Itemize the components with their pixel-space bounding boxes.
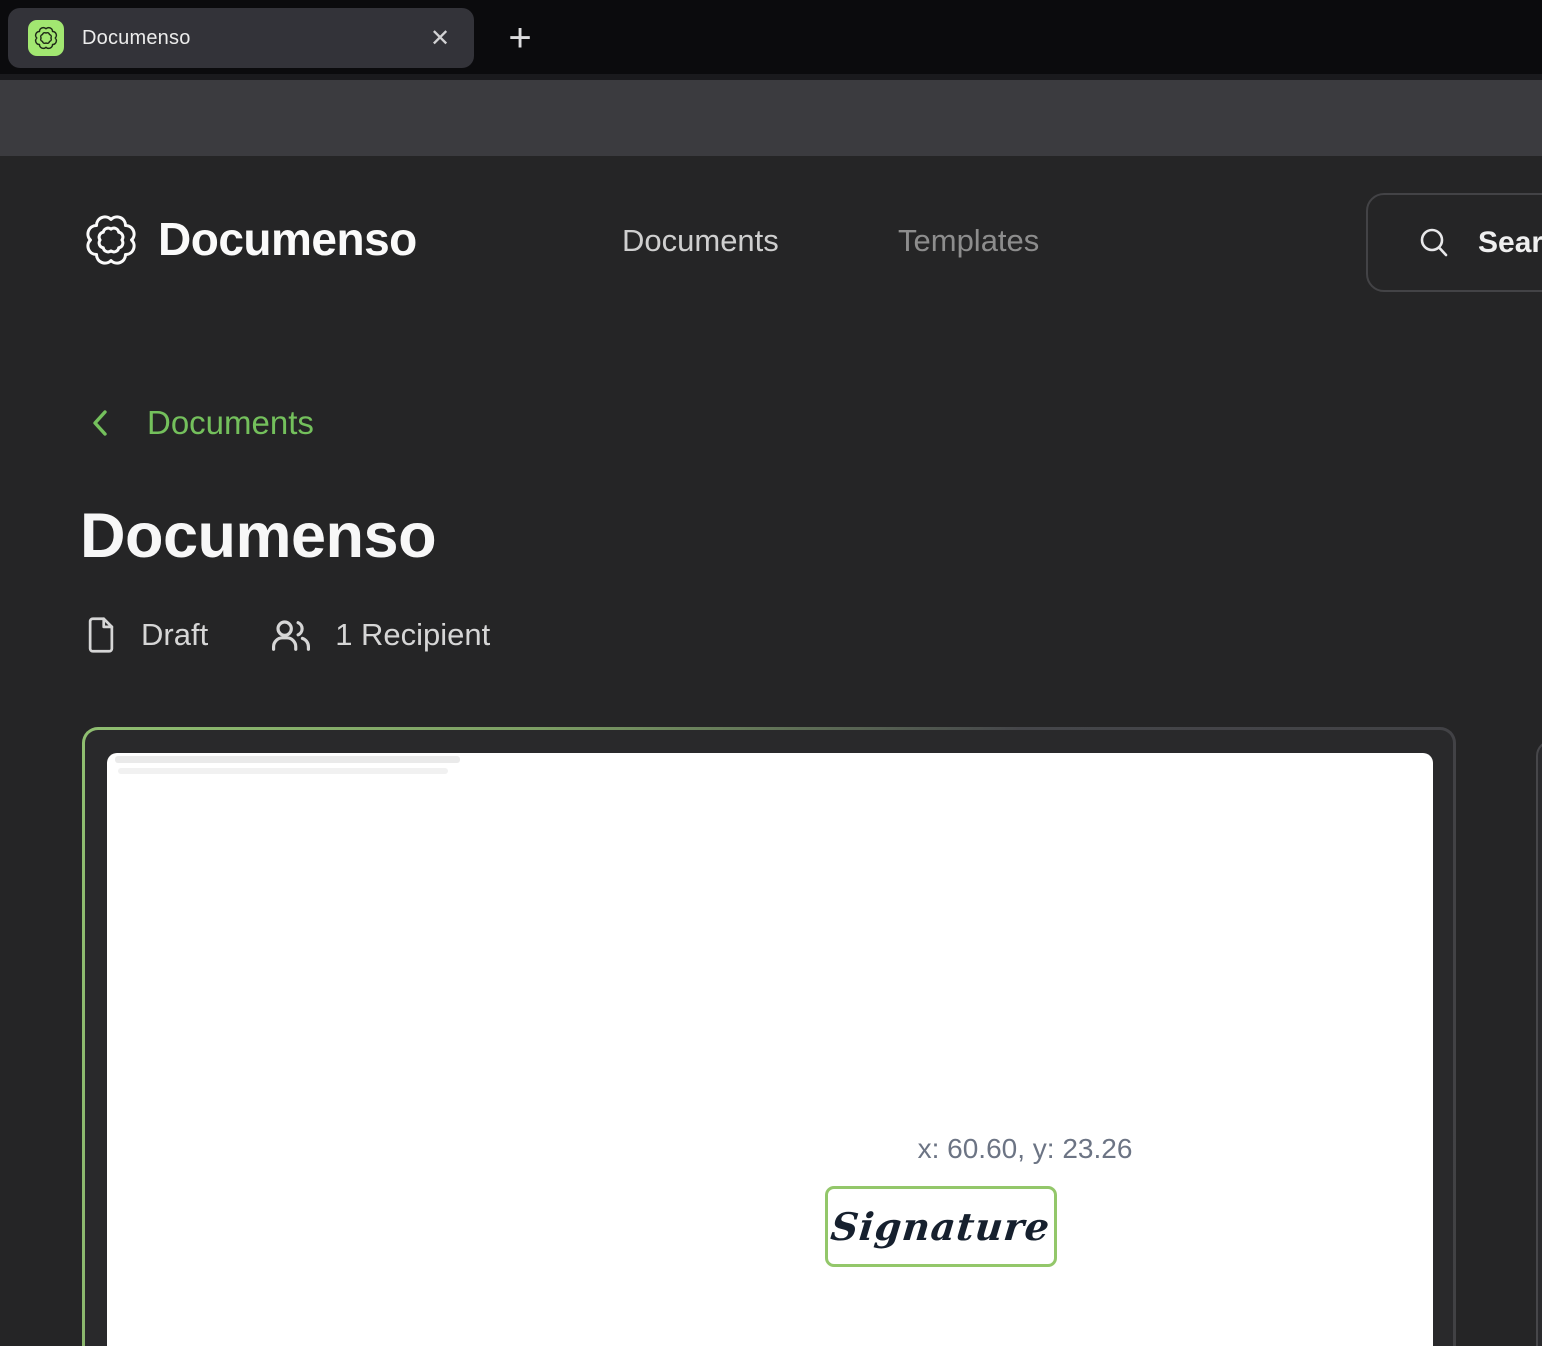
nav-templates[interactable]: Templates — [898, 223, 1039, 259]
pdf-page[interactable] — [107, 753, 1433, 1346]
document-card — [82, 727, 1456, 1346]
search-label: Sear — [1478, 226, 1542, 260]
field-settings-panel-edge — [1536, 740, 1542, 1346]
breadcrumb-label[interactable]: Documents — [147, 404, 314, 442]
file-icon — [84, 616, 118, 654]
new-tab-button[interactable]: + — [498, 16, 542, 60]
page-title: Documenso — [80, 500, 436, 572]
field-coordinates: x: 60.60, y: 23.26 — [815, 1133, 1235, 1165]
documenso-app: Documenso Documents Templates Sear Docum… — [0, 156, 1542, 1346]
browser-toolbar: i localhost:3000/documents/1008/edit?dev… — [0, 80, 1542, 156]
browser-window: Documenso ✕ + i localhost:3000/documents… — [0, 0, 1542, 1346]
status-badge: Draft — [141, 617, 208, 653]
recipients-icon — [270, 616, 312, 654]
recipients-count: 1 Recipient — [335, 617, 490, 653]
brand-name[interactable]: Documenso — [158, 212, 417, 266]
documenso-favicon — [28, 20, 64, 56]
tab-title: Documenso — [82, 27, 420, 50]
document-card-inner — [85, 730, 1453, 1346]
browser-tab-bar: Documenso ✕ + — [0, 0, 1542, 74]
document-meta: Draft 1 Recipient — [84, 616, 490, 654]
search-box[interactable]: Sear — [1366, 193, 1542, 292]
documenso-logo-icon[interactable] — [82, 211, 140, 269]
pdf-text-line — [115, 756, 460, 763]
nav-documents[interactable]: Documents — [622, 223, 779, 259]
chevron-left-icon — [88, 408, 114, 438]
signature-field-label: Signature — [829, 1204, 1053, 1249]
breadcrumb[interactable]: Documents — [88, 404, 314, 442]
tab-close-icon[interactable]: ✕ — [420, 18, 460, 58]
signature-field[interactable]: Signature — [825, 1186, 1057, 1267]
pdf-text-line — [118, 768, 448, 774]
search-icon — [1416, 225, 1452, 261]
browser-tab[interactable]: Documenso ✕ — [8, 8, 474, 68]
